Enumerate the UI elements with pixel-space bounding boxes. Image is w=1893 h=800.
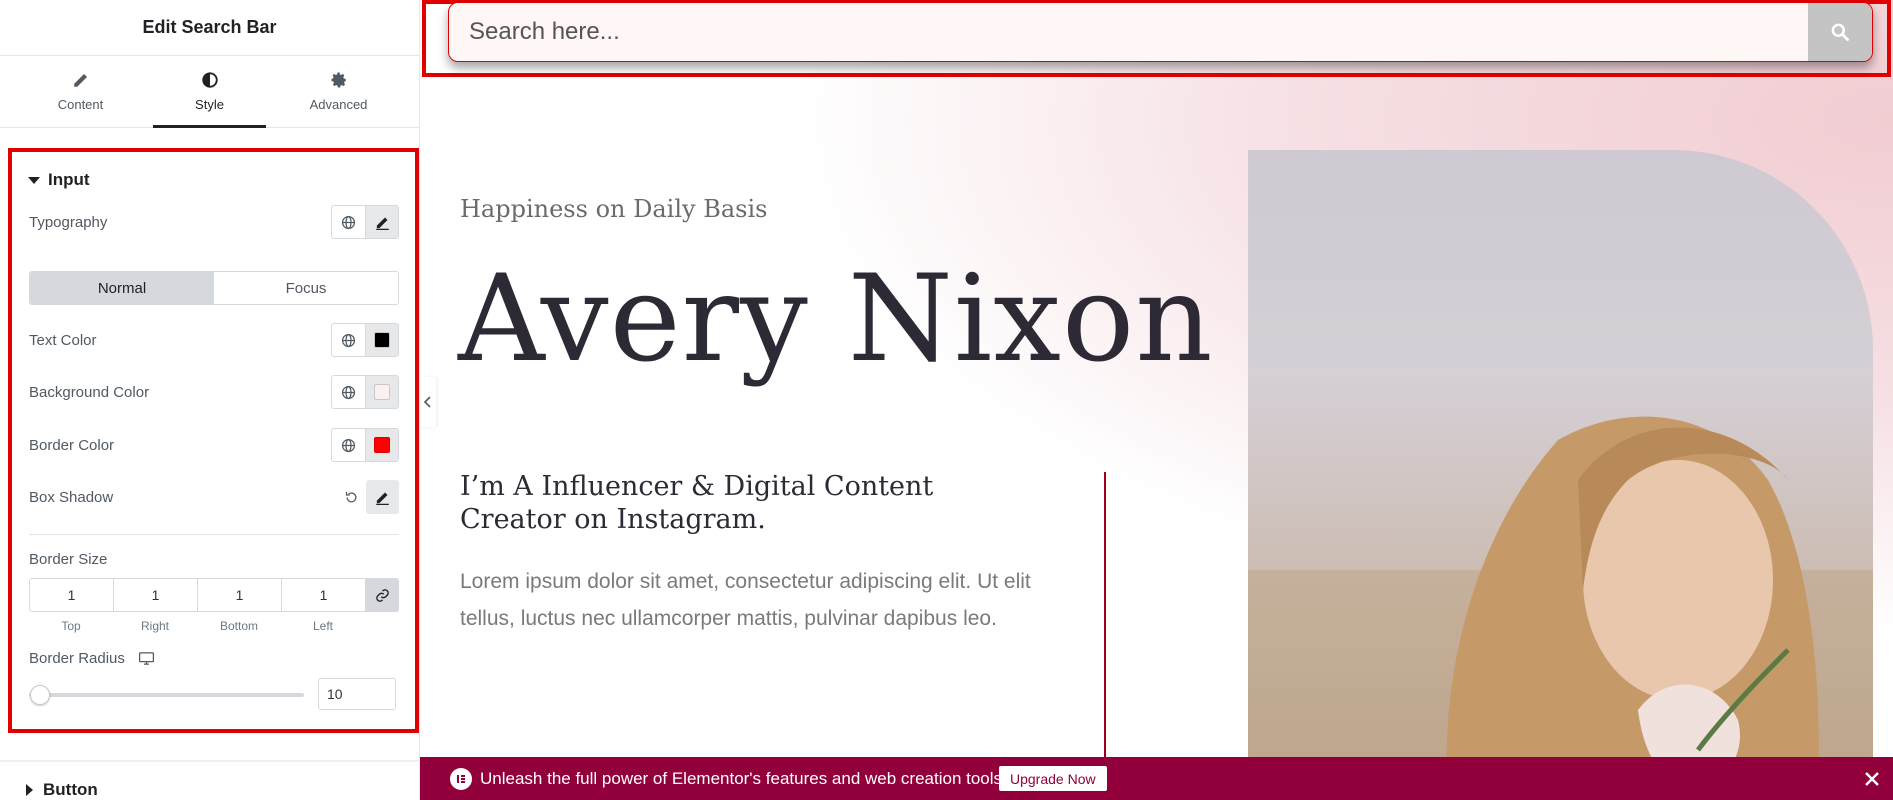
upgrade-now-button[interactable]: Upgrade Now: [999, 766, 1107, 791]
input-section-heading: Input: [48, 170, 90, 189]
pencil-icon: [375, 217, 389, 230]
hero-subheading: I’m A Influencer & Digital Content Creat…: [460, 471, 934, 535]
elementor-logo-icon: [450, 767, 472, 790]
border-size-inputs: 1 1 1 1: [29, 578, 399, 612]
border-top-input[interactable]: 1: [30, 579, 114, 611]
caption-top: Top: [61, 619, 81, 633]
border-color-row: Border Color: [29, 428, 399, 462]
hero-name: Avery Nixon: [458, 250, 1214, 389]
border-radius-input[interactable]: 10: [318, 678, 396, 710]
typography-label: Typography: [29, 213, 108, 231]
border-size-captions: Top Right Bottom Left: [29, 619, 365, 633]
box-shadow-controls: [336, 480, 399, 514]
accent-line: [1104, 472, 1106, 772]
state-toggle: Normal Focus: [29, 271, 399, 305]
edit-typography-button[interactable]: [365, 206, 398, 238]
border-radius-header: Border Radius: [29, 650, 154, 667]
background-color-swatch: [374, 384, 390, 400]
contrast-icon: [201, 72, 218, 88]
input-section: Input Typography Normal Focus Text Color: [8, 148, 419, 733]
box-shadow-row: Box Shadow: [29, 480, 399, 514]
panel-divider: [0, 760, 420, 762]
globe-icon[interactable]: [332, 429, 365, 461]
reset-icon[interactable]: [336, 480, 366, 514]
border-radius-slider-track[interactable]: [29, 693, 304, 697]
portrait-image: [1248, 150, 1873, 800]
caption-left: Left: [312, 619, 333, 633]
tab-content[interactable]: Content: [16, 56, 145, 127]
search-input[interactable]: [449, 3, 1808, 61]
input-section-toggle[interactable]: Input: [28, 170, 90, 190]
tab-advanced-label: Advanced: [309, 97, 368, 112]
caret-down-icon: [28, 176, 40, 184]
box-shadow-label: Box Shadow: [29, 488, 114, 506]
button-section-toggle[interactable]: Button: [26, 780, 98, 800]
hero-body-text: Lorem ipsum dolor sit amet, consectetur …: [460, 570, 1031, 630]
border-right-input[interactable]: 1: [114, 579, 198, 611]
tab-advanced[interactable]: Advanced: [274, 56, 403, 127]
border-color-label: Border Color: [29, 436, 115, 454]
caret-right-icon: [26, 784, 33, 796]
typography-controls: [331, 205, 399, 239]
tab-style-label: Style: [195, 97, 224, 112]
page-preview: Happiness on Daily Basis Avery Nixon I’m…: [420, 0, 1893, 800]
collapse-panel-button[interactable]: [420, 377, 436, 427]
text-color-swatch: [374, 332, 390, 348]
link-values-button[interactable]: [366, 579, 398, 611]
border-color-swatch: [374, 437, 390, 453]
tab-style[interactable]: Style: [145, 56, 274, 128]
background-color-label: Background Color: [29, 383, 150, 401]
panel-header: Edit Search Bar: [0, 0, 419, 56]
border-bottom-input[interactable]: 1: [198, 579, 282, 611]
caption-bottom: Bottom: [219, 619, 258, 633]
border-radius-label: Border Radius: [29, 650, 125, 667]
text-color-row: Text Color: [29, 323, 399, 357]
editor-panel: Edit Search Bar Content Style Advanced I…: [0, 0, 420, 800]
search-button[interactable]: [1808, 3, 1872, 61]
background-color-row: Background Color: [29, 375, 399, 409]
hero-tagline: Happiness on Daily Basis: [460, 195, 768, 223]
state-normal[interactable]: Normal: [30, 272, 214, 304]
close-icon[interactable]: [1861, 768, 1883, 790]
tab-content-label: Content: [57, 97, 104, 112]
gear-icon: [331, 72, 346, 88]
text-color-label: Text Color: [29, 331, 97, 349]
border-radius-slider-thumb[interactable]: [30, 685, 50, 705]
text-color-controls: [331, 323, 399, 357]
edit-box-shadow-button[interactable]: [366, 480, 399, 514]
border-left-input[interactable]: 1: [282, 579, 366, 611]
link-icon: [375, 588, 389, 602]
border-color-controls: [331, 428, 399, 462]
globe-icon[interactable]: [332, 324, 365, 356]
panel-tabs: Content Style Advanced: [0, 56, 419, 128]
panel-title: Edit Search Bar: [142, 17, 277, 37]
button-section-heading: Button: [43, 780, 98, 799]
upgrade-notice-bar: Unleash the full power of Elementor's fe…: [420, 757, 1893, 800]
border-size-label: Border Size: [29, 551, 108, 568]
background-color-controls: [331, 375, 399, 409]
section-divider: [29, 534, 399, 535]
desktop-icon[interactable]: [138, 652, 154, 665]
globe-icon[interactable]: [332, 206, 365, 238]
notice-text: Unleash the full power of Elementor's fe…: [480, 768, 1007, 788]
caption-right: Right: [140, 619, 169, 633]
pencil-icon: [73, 74, 87, 87]
search-icon: [1831, 23, 1849, 41]
background-color-picker[interactable]: [365, 376, 398, 408]
globe-icon[interactable]: [332, 376, 365, 408]
typography-row: Typography: [29, 205, 399, 239]
state-focus[interactable]: Focus: [214, 272, 398, 304]
border-color-picker[interactable]: [365, 429, 398, 461]
pencil-icon: [376, 492, 389, 505]
search-bar: [448, 2, 1873, 62]
text-color-picker[interactable]: [365, 324, 398, 356]
chevron-left-icon: [424, 396, 431, 408]
